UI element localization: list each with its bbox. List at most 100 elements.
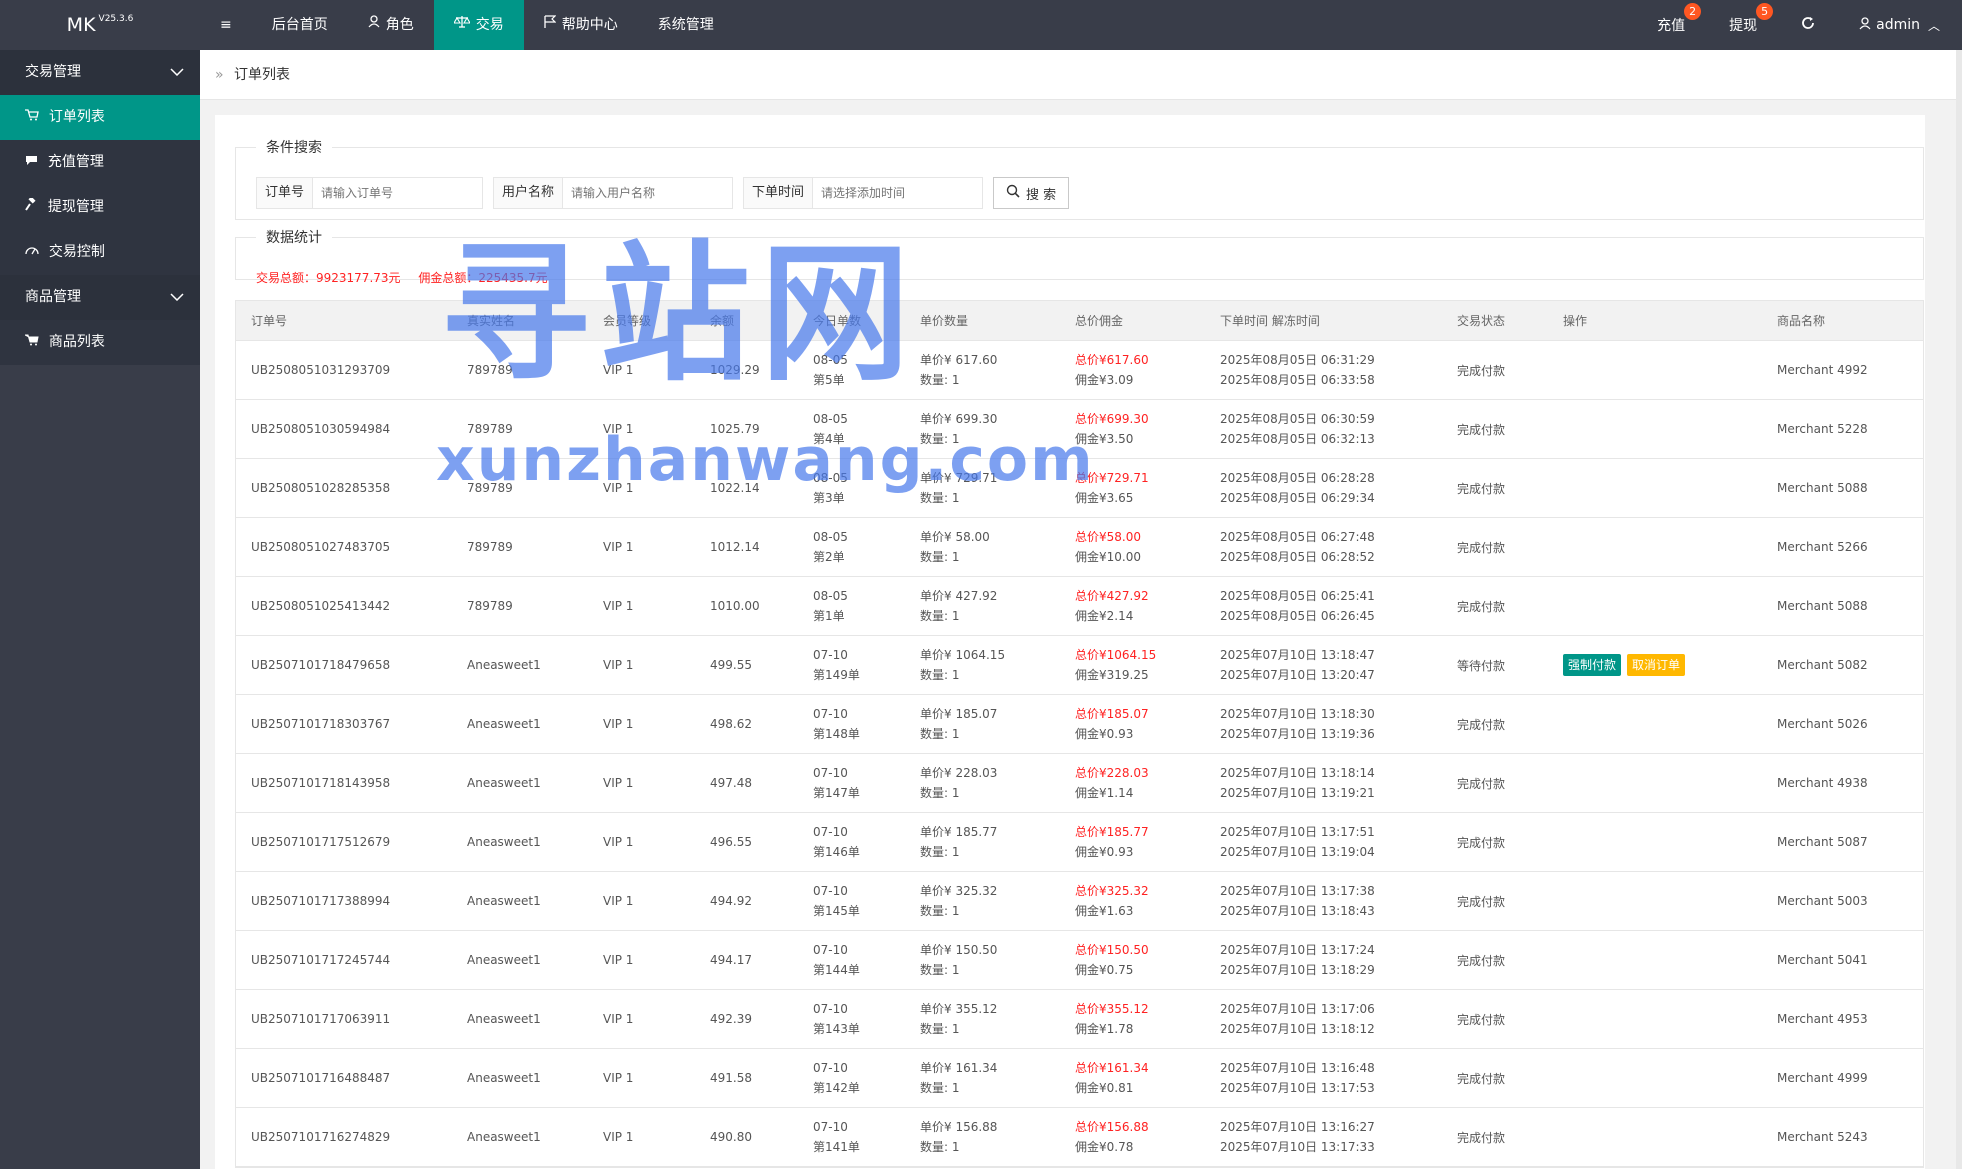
page-scrollbar[interactable] xyxy=(1956,50,1962,1169)
table-row: UB2508051027483705 789789 VIP 1 1012.14 08-0… xyxy=(236,518,1923,577)
user-menu[interactable]: admin ︿ xyxy=(1837,0,1962,50)
unfreeze-time: 2025年07月10日 13:17:33 xyxy=(1220,1140,1375,1154)
table-row: UB2507101718303767 Aneasweet1 VIP 1 498.62 0… xyxy=(236,695,1923,754)
nav-item-system[interactable]: 系统管理 xyxy=(638,0,734,50)
price-quantity: 单价¥ 729.71 数量: 1 xyxy=(905,468,1060,508)
unit-price: 单价¥ 1064.15 xyxy=(920,648,1006,662)
balance: 491.58 xyxy=(710,1071,752,1085)
price-quantity: 单价¥ 156.88 数量: 1 xyxy=(905,1117,1060,1157)
sidebar-item-order-list[interactable]: 订单列表 xyxy=(0,95,200,140)
nav-item-trade[interactable]: 交易 xyxy=(433,0,524,50)
total-price: 总价¥617.60 xyxy=(1075,353,1149,367)
real-name: 789789 xyxy=(467,481,513,495)
commission: 佣金¥0.93 xyxy=(1075,845,1134,859)
cart-icon xyxy=(24,334,43,349)
order-seq: 第1单 xyxy=(813,609,845,623)
total-commission: 总价¥58.00 佣金¥10.00 xyxy=(1060,527,1205,567)
username-field: 用户名称 xyxy=(493,177,734,209)
app-version: V25.3.6 xyxy=(98,14,134,24)
dashboard-icon xyxy=(25,245,43,259)
withdraw-link[interactable]: 提现 5 xyxy=(1707,0,1779,50)
order-number-input[interactable] xyxy=(313,177,484,209)
order-time: 2025年07月10日 13:16:48 xyxy=(1220,1061,1375,1075)
sidebar-item-recharge[interactable]: 充值管理 xyxy=(0,140,200,185)
today-orders: 07-10 第144单 xyxy=(798,940,905,980)
sidebar-group-trade[interactable]: 交易管理 xyxy=(0,50,200,95)
quantity: 数量: 1 xyxy=(920,491,960,505)
recharge-link[interactable]: 充值 2 xyxy=(1635,0,1707,50)
total-price: 总价¥150.50 xyxy=(1075,943,1149,957)
price-quantity: 单价¥ 150.50 数量: 1 xyxy=(905,940,1060,980)
nav-item-help[interactable]: 帮助中心 xyxy=(524,0,638,50)
order-number: UB2507101716274829 xyxy=(251,1130,391,1144)
order-date: 07-10 xyxy=(813,1120,848,1134)
breadcrumb-current[interactable]: 订单列表 xyxy=(234,67,290,83)
sidebar-item-withdraw[interactable]: 提现管理 xyxy=(0,185,200,230)
nav-item-role[interactable]: 角色 xyxy=(348,0,434,50)
order-date: 07-10 xyxy=(813,884,848,898)
stats-fieldset: 数据统计 交易总额：9923177.73元 佣金总额：225435.7元 xyxy=(235,227,1924,285)
table-row: UB2507101717063911 Aneasweet1 VIP 1 492.39 0… xyxy=(236,990,1923,1049)
app-logo[interactable]: MK V25.3.6 xyxy=(0,0,200,50)
quantity: 数量: 1 xyxy=(920,963,960,977)
real-name: 789789 xyxy=(467,540,513,554)
sidebar-item-goods-list[interactable]: 商品列表 xyxy=(0,320,200,365)
order-number: UB2507101718143958 xyxy=(251,776,391,790)
table-row: UB2507101718479658 Aneasweet1 VIP 1 499.55 0… xyxy=(236,636,1923,695)
commission: 佣金¥2.14 xyxy=(1075,609,1134,623)
search-button[interactable]: 搜 索 xyxy=(993,177,1070,209)
sidebar-group-goods[interactable]: 商品管理 xyxy=(0,275,200,320)
force-pay-button[interactable]: 强制付款 xyxy=(1563,654,1622,676)
username: admin xyxy=(1876,17,1920,33)
today-orders: 07-10 第149单 xyxy=(798,645,905,685)
quantity: 数量: 1 xyxy=(920,904,960,918)
price-quantity: 单价¥ 58.00 数量: 1 xyxy=(905,527,1060,567)
today-orders: 07-10 第145单 xyxy=(798,881,905,921)
price-quantity: 单价¥ 185.07 数量: 1 xyxy=(905,704,1060,744)
order-times: 2025年07月10日 13:17:38 2025年07月10日 13:18:43 xyxy=(1205,881,1442,921)
merchant-name: Merchant 4938 xyxy=(1777,776,1868,790)
real-name: Aneasweet1 xyxy=(467,1130,541,1144)
table-row: UB2507101716274829 Aneasweet1 VIP 1 490.80 0… xyxy=(236,1108,1923,1167)
unfreeze-time: 2025年08月05日 06:29:34 xyxy=(1220,491,1375,505)
order-time: 2025年08月05日 06:27:48 xyxy=(1220,530,1375,544)
balance-icon xyxy=(452,0,471,50)
order-number: UB2508051025413442 xyxy=(251,599,391,613)
quantity: 数量: 1 xyxy=(920,1022,960,1036)
username-input[interactable] xyxy=(563,177,734,209)
total-commission: 总价¥1064.15 佣金¥319.25 xyxy=(1060,645,1205,685)
today-orders: 07-10 第147单 xyxy=(798,763,905,803)
real-name: Aneasweet1 xyxy=(467,835,541,849)
order-time: 2025年07月10日 13:17:38 xyxy=(1220,884,1375,898)
stats-legend: 数据统计 xyxy=(266,230,322,246)
real-name: Aneasweet1 xyxy=(467,658,541,672)
balance: 496.55 xyxy=(710,835,752,849)
commission: 佣金¥1.78 xyxy=(1075,1022,1134,1036)
member-level: VIP 1 xyxy=(603,1071,634,1085)
refresh-button[interactable] xyxy=(1779,0,1837,50)
total-commission-amount: 佣金总额：225435.7元 xyxy=(418,271,548,285)
breadcrumb: » 订单列表 xyxy=(200,50,1962,100)
order-times: 2025年07月10日 13:18:30 2025年07月10日 13:19:36 xyxy=(1205,704,1442,744)
member-level: VIP 1 xyxy=(603,658,634,672)
menu-toggle-button[interactable]: ≡ xyxy=(200,0,252,50)
column-header: 余额 xyxy=(710,314,735,328)
price-quantity: 单价¥ 1064.15 数量: 1 xyxy=(905,645,1060,685)
cancel-order-button[interactable]: 取消订单 xyxy=(1627,654,1686,676)
order-time: 2025年07月10日 13:16:27 xyxy=(1220,1120,1375,1134)
order-seq: 第145单 xyxy=(813,904,860,918)
total-price: 总价¥1064.15 xyxy=(1075,648,1157,662)
trade-status: 完成付款 xyxy=(1457,717,1506,732)
balance: 1010.00 xyxy=(710,599,760,613)
total-price: 总价¥161.34 xyxy=(1075,1061,1149,1075)
commission: 佣金¥0.75 xyxy=(1075,963,1134,977)
order-times: 2025年07月10日 13:17:51 2025年07月10日 13:19:04 xyxy=(1205,822,1442,862)
sidebar-item-trade-control[interactable]: 交易控制 xyxy=(0,230,200,275)
row-actions: 强制付款 取消订单 xyxy=(1548,654,1762,676)
total-commission: 总价¥617.60 佣金¥3.09 xyxy=(1060,350,1205,390)
nav-item-home[interactable]: 后台首页 xyxy=(252,0,348,50)
real-name: 789789 xyxy=(467,363,513,377)
order-time-input[interactable] xyxy=(813,177,984,209)
unfreeze-time: 2025年07月10日 13:19:04 xyxy=(1220,845,1375,859)
sidebar-item-label: 交易控制 xyxy=(48,244,105,260)
